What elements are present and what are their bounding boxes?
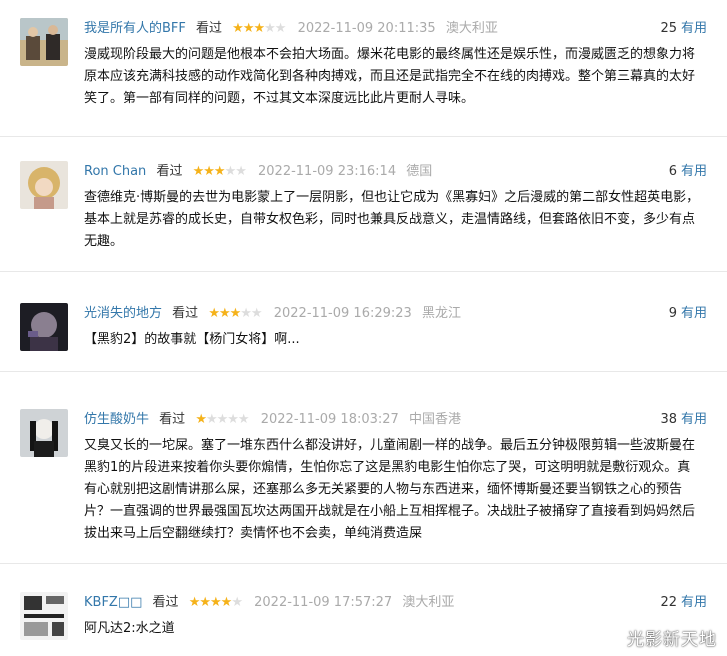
comment-header: Ron Chan 看过 ★★★★★ 2022-11-09 23:16:14 德国… bbox=[84, 163, 707, 181]
comment-text: 漫威现阶段最大的问题是他根本不会拍大场面。爆米花电影的最终属性还是娱乐性，而漫威… bbox=[84, 47, 696, 106]
useful-count: 9 bbox=[668, 306, 677, 321]
comment-location: 德国 bbox=[406, 164, 433, 179]
avatar[interactable] bbox=[20, 409, 68, 457]
useful-count: 25 bbox=[660, 21, 677, 36]
watched-label: 看过 bbox=[152, 595, 179, 610]
useful-button[interactable]: 有用 bbox=[681, 595, 707, 610]
comment-text: 查德维克·博斯曼的去世为电影蒙上了一层阴影，但也让它成为《黑寡妇》之后漫威的第二… bbox=[84, 190, 700, 249]
comment-header: 光消失的地方 看过 ★★★★★ 2022-11-09 16:29:23 黑龙江 … bbox=[84, 305, 707, 323]
useful-button[interactable]: 有用 bbox=[681, 21, 707, 36]
comment-time: 2022-11-09 16:29:23 bbox=[273, 306, 412, 321]
watched-label: 看过 bbox=[159, 412, 186, 427]
useful-count: 22 bbox=[660, 595, 677, 610]
comment-time: 2022-11-09 18:03:27 bbox=[260, 412, 399, 427]
comment-header: KBFZ□□ 看过 ★★★★★ 2022-11-09 17:57:27 澳大利亚… bbox=[84, 594, 707, 612]
comment-text: 【黑豹2】的故事就【杨门女将】啊... bbox=[84, 332, 300, 347]
avatar[interactable] bbox=[20, 161, 68, 209]
rating-stars-icon: ★★★★★ bbox=[192, 164, 247, 179]
comment-item: 仿生酸奶牛 看过 ★★★★★ 2022-11-09 18:03:27 中国香港 … bbox=[0, 409, 727, 564]
comment-time: 2022-11-09 23:16:14 bbox=[258, 164, 397, 179]
watermark-text: 光影新天地 bbox=[627, 630, 717, 650]
rating-stars-icon: ★★★★★ bbox=[195, 412, 249, 427]
useful-vote[interactable]: 38 有用 bbox=[660, 411, 707, 429]
comment-header: 仿生酸奶牛 看过 ★★★★★ 2022-11-09 18:03:27 中国香港 … bbox=[84, 411, 707, 429]
watched-label: 看过 bbox=[172, 306, 199, 321]
comment-location: 澳大利亚 bbox=[445, 21, 498, 36]
comment-item: Ron Chan 看过 ★★★★★ 2022-11-09 23:16:14 德国… bbox=[0, 161, 727, 272]
useful-button[interactable]: 有用 bbox=[681, 164, 707, 179]
useful-count: 38 bbox=[660, 412, 677, 427]
avatar[interactable] bbox=[20, 303, 68, 351]
comment-time: 2022-11-09 17:57:27 bbox=[254, 595, 393, 610]
username-link[interactable]: Ron Chan bbox=[84, 164, 146, 179]
comment-item: 光消失的地方 看过 ★★★★★ 2022-11-09 16:29:23 黑龙江 … bbox=[0, 303, 727, 372]
username-link[interactable]: 我是所有人的BFF bbox=[84, 21, 186, 36]
useful-button[interactable]: 有用 bbox=[681, 306, 707, 321]
rating-stars-icon: ★★★★★ bbox=[232, 21, 286, 36]
comment-item: 我是所有人的BFF 看过 ★★★★★ 2022-11-09 20:11:35 澳… bbox=[0, 18, 727, 137]
rating-stars-icon: ★★★★★ bbox=[208, 306, 262, 321]
comment-text: 阿凡达2:水之道 bbox=[84, 621, 175, 636]
watched-label: 看过 bbox=[156, 164, 183, 179]
useful-vote[interactable]: 22 有用 bbox=[660, 594, 707, 612]
rating-stars-icon: ★★★★★ bbox=[188, 595, 243, 610]
username-link[interactable]: 仿生酸奶牛 bbox=[84, 412, 149, 427]
useful-vote[interactable]: 25 有用 bbox=[660, 20, 707, 38]
avatar[interactable] bbox=[20, 18, 68, 66]
watched-label: 看过 bbox=[196, 21, 223, 36]
avatar[interactable] bbox=[20, 592, 68, 640]
comment-item: KBFZ□□ 看过 ★★★★★ 2022-11-09 17:57:27 澳大利亚… bbox=[0, 592, 727, 656]
comment-location: 中国香港 bbox=[408, 412, 461, 427]
useful-vote[interactable]: 6 有用 bbox=[669, 163, 707, 181]
comment-text: 又臭又长的一坨屎。塞了一堆东西什么都没讲好，儿童闹剧一样的战争。最后五分钟极限剪… bbox=[84, 438, 696, 541]
comment-time: 2022-11-09 20:11:35 bbox=[297, 21, 436, 36]
username-link[interactable]: 光消失的地方 bbox=[84, 306, 162, 321]
useful-count: 6 bbox=[668, 164, 677, 179]
useful-vote[interactable]: 9 有用 bbox=[669, 305, 707, 323]
comment-header: 我是所有人的BFF 看过 ★★★★★ 2022-11-09 20:11:35 澳… bbox=[84, 20, 707, 38]
username-link[interactable]: KBFZ□□ bbox=[84, 595, 142, 610]
useful-button[interactable]: 有用 bbox=[681, 412, 707, 427]
comment-location: 黑龙江 bbox=[421, 306, 461, 321]
comment-location: 澳大利亚 bbox=[402, 595, 455, 610]
